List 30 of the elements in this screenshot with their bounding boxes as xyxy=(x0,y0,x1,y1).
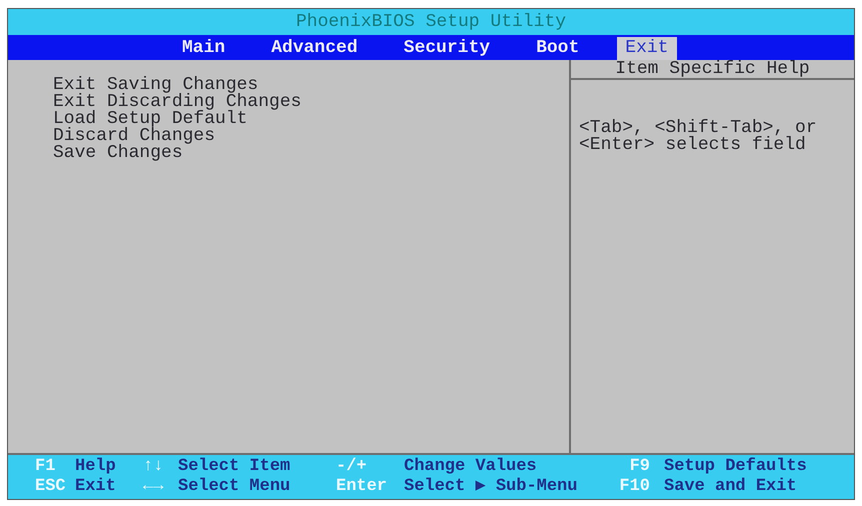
key-label: F1 xyxy=(35,457,56,477)
help-text: <Enter> selects field xyxy=(579,137,807,154)
menu-tab[interactable]: Security xyxy=(396,37,498,60)
menu-tab[interactable]: Exit xyxy=(617,37,676,60)
help-text: <Tab>, <Shift-Tab>, or xyxy=(579,120,818,137)
key-description: Select Menu xyxy=(178,477,292,497)
key-label: ESC xyxy=(35,477,67,497)
menu-tab[interactable]: Advanced xyxy=(263,37,366,60)
menu-item[interactable]: Exit Discarding Changes xyxy=(53,94,569,111)
menu-tab[interactable]: Main xyxy=(174,37,234,60)
key-label: -/+ xyxy=(336,457,368,477)
window-title: PhoenixBIOS Setup Utility xyxy=(296,12,566,32)
key-label: ←→ xyxy=(143,477,164,497)
key-description: Change Values xyxy=(404,457,538,477)
key-description: Help xyxy=(75,457,117,477)
help-title: Item Specific Help xyxy=(615,59,810,79)
key-description: Select Item xyxy=(178,457,292,477)
key-description: Setup Defaults xyxy=(664,457,808,477)
menu-item[interactable]: Exit Saving Changes xyxy=(53,77,569,94)
key-description: Select ▶ Sub-Menu xyxy=(404,477,578,497)
key-label: Enter xyxy=(336,477,388,497)
key-label: ↑↓ xyxy=(143,457,164,477)
key-label: F10 xyxy=(618,477,651,497)
key-description: Exit xyxy=(75,477,117,497)
menu-item[interactable]: Load Setup Default xyxy=(53,111,569,128)
menu-item[interactable]: Save Changes xyxy=(53,145,569,162)
menu-item[interactable]: Discard Changes xyxy=(53,128,569,145)
key-label: F9 xyxy=(628,457,651,477)
key-description: Save and Exit xyxy=(664,477,798,497)
menu-tab[interactable]: Boot xyxy=(528,37,588,60)
